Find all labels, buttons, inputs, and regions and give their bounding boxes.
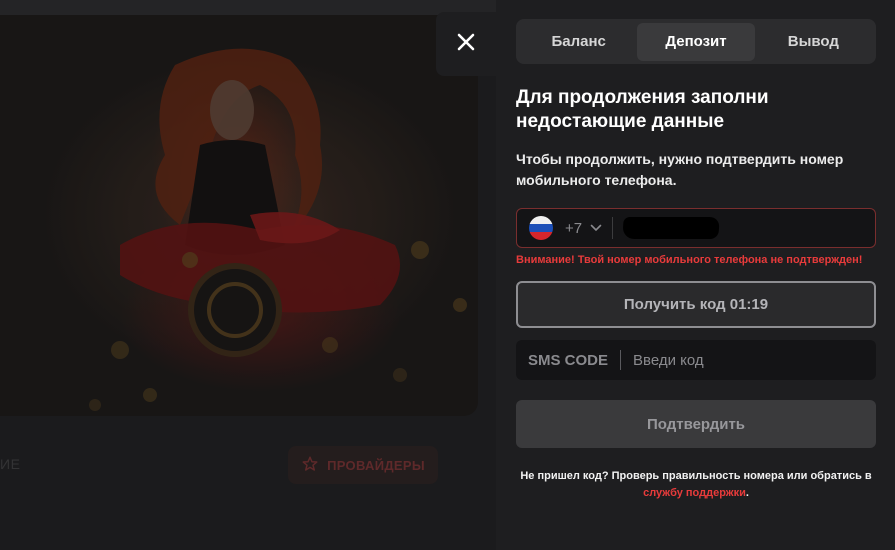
support-link[interactable]: службу поддержки xyxy=(643,487,746,499)
help-text-body: Не пришел код? Проверь правильность номе… xyxy=(520,470,872,482)
sms-divider xyxy=(620,350,622,370)
modal-subtitle: Чтобы продолжить, нужно подтвердить номе… xyxy=(516,151,844,188)
help-text: Не пришел код? Проверь правильность номе… xyxy=(516,468,876,502)
phone-warning: Внимание! Твой номер мобильного телефона… xyxy=(516,254,863,266)
tab-deposit[interactable]: Депозит xyxy=(637,22,755,61)
close-icon xyxy=(457,33,475,56)
wallet-tabs: Баланс Депозит Вывод xyxy=(516,19,876,64)
sms-code-label: SMS CODE xyxy=(528,351,609,369)
tab-withdraw[interactable]: Вывод xyxy=(755,23,872,61)
sms-code-field[interactable]: SMS CODE xyxy=(516,340,876,380)
modal-title: Для продолжения заполни недостающие данн… xyxy=(516,87,769,132)
chevron-down-icon[interactable] xyxy=(590,219,602,237)
russia-flag-icon[interactable] xyxy=(529,216,553,240)
wallet-modal: Баланс Депозит Вывод Для продолжения зап… xyxy=(496,0,895,550)
phone-number-redacted[interactable] xyxy=(622,217,720,239)
confirm-button[interactable]: Подтвердить xyxy=(516,400,876,448)
sms-code-input[interactable] xyxy=(625,351,876,369)
get-code-button[interactable]: Получить код 01:19 xyxy=(516,281,876,328)
help-text-end: . xyxy=(745,487,749,499)
field-divider xyxy=(612,217,614,239)
dial-code[interactable]: +7 xyxy=(565,220,582,237)
modal-overlay[interactable] xyxy=(0,0,496,550)
close-button[interactable] xyxy=(436,12,496,76)
phone-input[interactable]: +7 xyxy=(516,208,876,248)
tab-balance[interactable]: Баланс xyxy=(520,23,637,61)
